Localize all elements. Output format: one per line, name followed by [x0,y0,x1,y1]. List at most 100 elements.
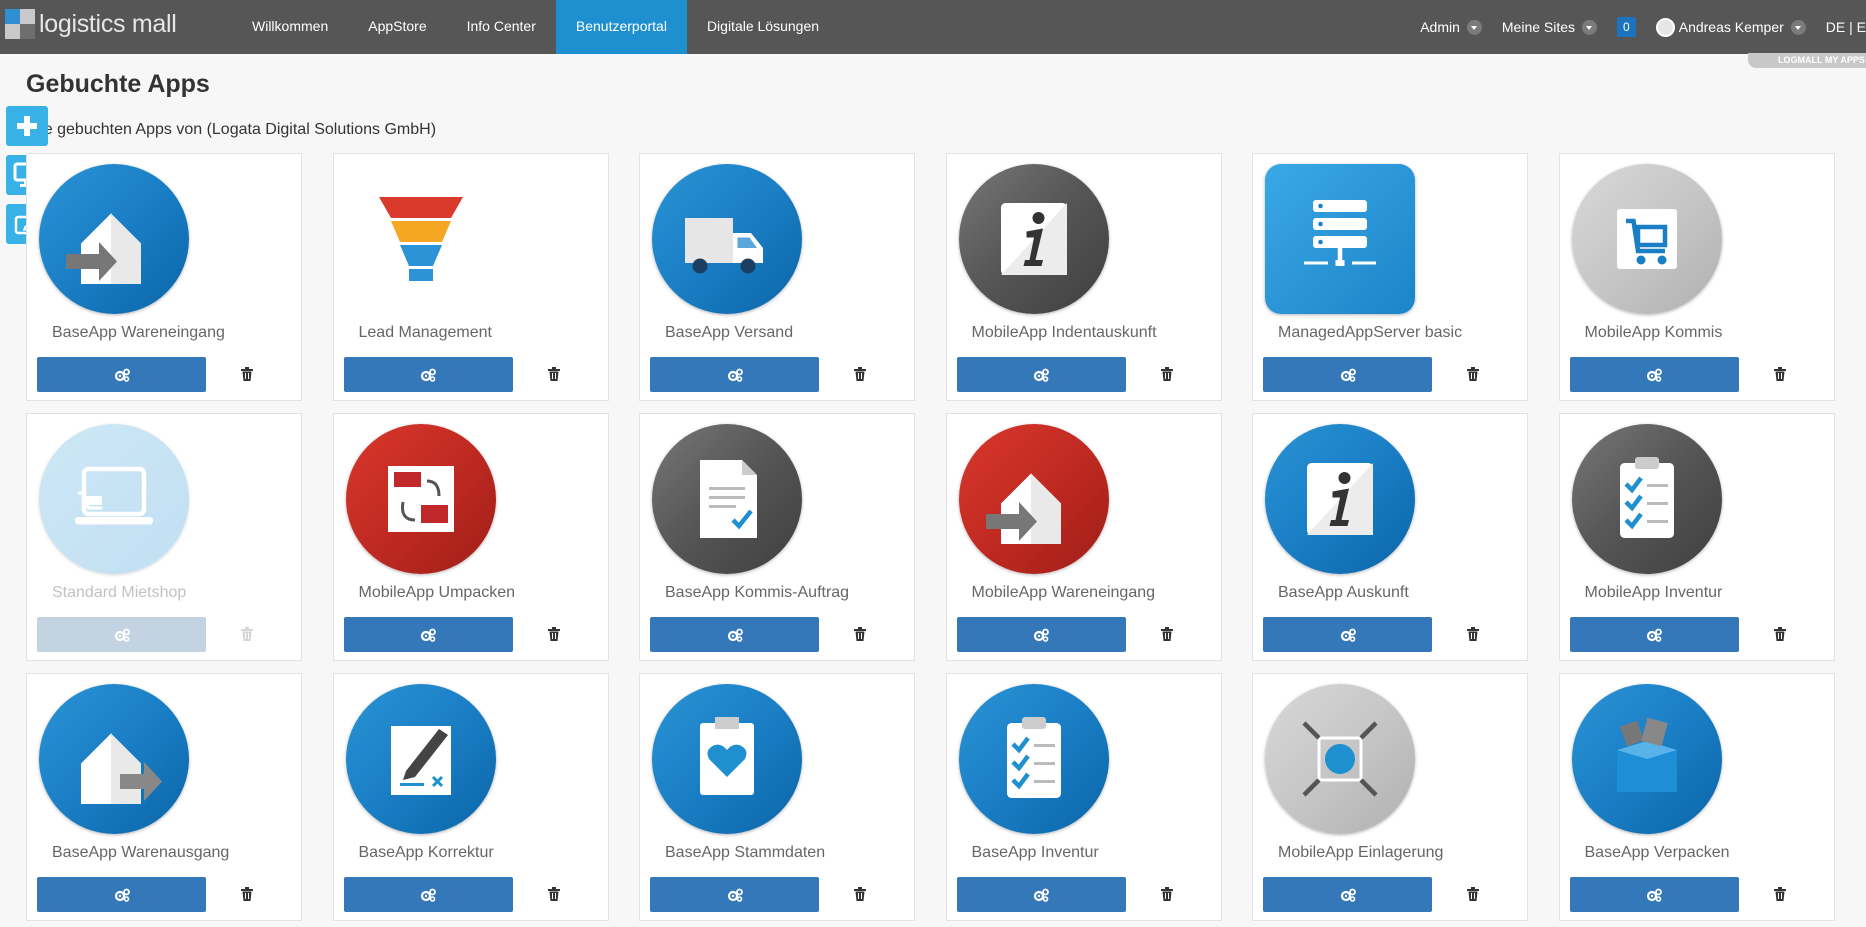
store-in-icon [1302,721,1378,797]
app-icon[interactable] [958,684,1109,834]
delete-app-button[interactable] [1157,884,1177,904]
trash-icon [241,627,253,641]
user-menu[interactable]: Andreas Kemper [1655,17,1806,37]
delete-app-button[interactable] [1463,364,1483,384]
app-icon[interactable] [1571,164,1722,314]
app-card[interactable]: MobileApp Einlagerung [1252,673,1528,921]
delete-app-button[interactable] [1770,624,1790,644]
configure-app-button[interactable] [1569,357,1739,392]
app-card[interactable]: BaseApp Kommis-Auftrag [639,413,915,661]
delete-app-button[interactable] [237,364,257,384]
delete-app-button[interactable] [850,884,870,904]
app-icon[interactable] [652,424,802,574]
delete-app-button[interactable] [544,624,564,644]
app-icon[interactable] [1265,424,1415,574]
app-card[interactable]: BaseApp Warenausgang [26,673,302,921]
notification-badge[interactable]: 0 [1617,17,1636,37]
app-icon[interactable] [1571,684,1722,834]
app-card[interactable]: BaseApp Inventur [945,673,1222,921]
app-name: MobileApp Einlagerung [1278,844,1444,861]
app-icon[interactable] [345,684,496,834]
app-card[interactable]: BaseApp Verpacken [1558,673,1835,921]
configure-app-button[interactable] [1263,357,1432,392]
delete-app-button[interactable] [544,364,564,384]
logo[interactable]: logistics mall [5,9,177,39]
configure-app-button[interactable] [343,877,513,912]
cogs-icon [420,628,436,642]
app-icon[interactable] [652,684,802,834]
server-icon [1304,200,1376,266]
app-icon[interactable] [958,164,1109,314]
configure-app-button[interactable] [650,617,819,652]
delete-app-button[interactable] [1770,884,1790,904]
nav-item-appstore[interactable]: AppStore [348,0,446,54]
delete-app-button[interactable] [1157,624,1177,644]
configure-app-button[interactable] [37,877,206,912]
add-button[interactable] [6,106,48,146]
delete-app-button[interactable] [544,884,564,904]
nav-item-willkommen[interactable]: Willkommen [232,0,348,54]
app-icon[interactable] [39,164,189,314]
app-card[interactable]: MobileApp Kommis [1558,153,1835,401]
configure-app-button[interactable] [1263,617,1432,652]
app-icon[interactable] [1265,684,1415,834]
app-card[interactable]: Lead Management [332,153,609,401]
app-card[interactable]: BaseApp Korrektur [332,673,609,921]
app-icon[interactable] [39,684,189,834]
delete-app-button[interactable] [1463,884,1483,904]
user-name: Andreas Kemper [1678,19,1784,35]
app-card[interactable]: MobileApp Wareneingang [945,413,1222,661]
configure-app-button[interactable] [343,617,513,652]
delete-app-button[interactable] [1770,364,1790,384]
app-card[interactable]: Standard Mietshop [26,413,302,661]
app-name: BaseApp Stammdaten [665,844,826,861]
configure-app-button[interactable] [1263,877,1432,912]
app-card[interactable]: BaseApp Versand [639,153,915,401]
app-icon[interactable] [652,164,802,314]
configure-app-button[interactable] [1569,617,1739,652]
app-icon[interactable] [1571,424,1722,574]
configure-app-button[interactable] [1569,877,1739,912]
app-card[interactable]: MobileApp Inventur [1558,413,1835,661]
nav-item-benutzerportal[interactable]: Benutzerportal [555,0,687,54]
my-sites-menu[interactable]: Meine Sites [1502,19,1598,35]
app-icon[interactable] [345,164,496,314]
app-icon[interactable] [958,424,1109,574]
logo-text: logistics mall [39,9,177,38]
app-card[interactable]: MobileApp Indentauskunft [945,153,1222,401]
configure-app-button[interactable] [956,357,1126,392]
delete-app-button[interactable] [237,624,257,644]
cogs-icon [1340,628,1356,642]
app-card[interactable]: MobileApp Umpacken [332,413,609,661]
nav-item-digitale-l-sungen[interactable]: Digitale Lösungen [687,0,839,54]
admin-menu[interactable]: Admin [1420,19,1482,35]
app-card[interactable]: BaseApp Stammdaten [639,673,915,921]
language-switch[interactable]: DE | E [1826,19,1866,35]
truck-icon [685,218,763,274]
delete-app-button[interactable] [850,364,870,384]
delete-app-button[interactable] [237,884,257,904]
app-card[interactable]: BaseApp Wareneingang [26,153,302,401]
main-nav: Willkommen AppStore Info Center Benutzerpor… [232,0,839,54]
delete-app-button[interactable] [1157,364,1177,384]
configure-app-button[interactable] [37,357,206,392]
delete-app-button[interactable] [850,624,870,644]
configure-app-button[interactable] [956,877,1126,912]
app-icon[interactable] [39,424,189,574]
cogs-icon [1033,888,1049,902]
repack-icon [387,466,454,532]
configure-app-button[interactable] [343,357,513,392]
cart-icon [1616,209,1677,269]
my-apps-tab[interactable]: LOGMALL MY APPS [1748,53,1866,68]
configure-app-button[interactable] [37,617,206,652]
configure-app-button[interactable] [956,617,1126,652]
configure-app-button[interactable] [650,877,819,912]
app-icon[interactable] [1265,164,1415,314]
trash-icon [1467,887,1479,901]
app-card[interactable]: BaseApp Auskunft [1252,413,1528,661]
delete-app-button[interactable] [1463,624,1483,644]
nav-item-info-center[interactable]: Info Center [447,0,556,54]
app-icon[interactable] [345,424,496,574]
app-card[interactable]: ManagedAppServer basic [1252,153,1528,401]
configure-app-button[interactable] [650,357,819,392]
